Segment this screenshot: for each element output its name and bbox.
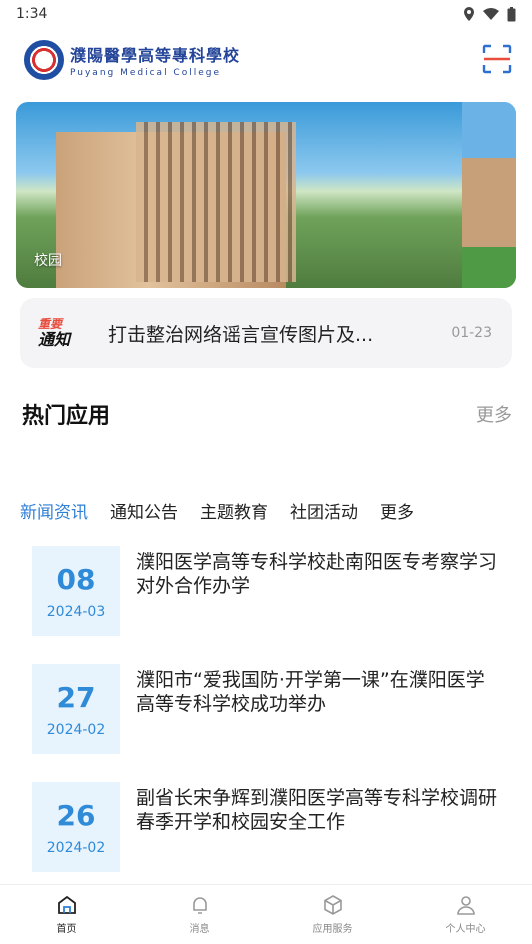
status-icons bbox=[463, 6, 516, 22]
news-day: 27 bbox=[56, 680, 96, 714]
news-date-box: 27 2024-02 bbox=[32, 664, 120, 754]
nav-messages[interactable]: 消息 bbox=[133, 885, 266, 944]
hot-apps-more-link[interactable]: 更多 bbox=[476, 401, 512, 427]
notice-bar[interactable]: 重要 通知 打击整治网络谣言宣传图片及... 01-23 bbox=[20, 298, 512, 368]
news-tabs: 新闻资讯 通知公告 主题教育 社团活动 更多 bbox=[20, 498, 414, 523]
banner-next-slide-peek bbox=[462, 102, 516, 288]
notice-badge-notice: 通知 bbox=[38, 330, 71, 349]
tab-club-activities[interactable]: 社团活动 bbox=[290, 498, 358, 523]
news-title: 濮阳市“爱我国防·开学第一课”在濮阳医学高等专科学校成功举办 bbox=[136, 669, 485, 715]
home-icon bbox=[57, 895, 76, 914]
school-logo: 濮陽醫學高等專科學校 Puyang Medical College bbox=[24, 40, 240, 80]
news-title: 濮阳医学高等专科学校赴南阳医专考察学习对外合作办学 bbox=[136, 551, 498, 597]
banner-building-facade bbox=[136, 122, 296, 282]
hot-apps-header: 热门应用 更多 bbox=[22, 398, 512, 430]
nav-app-services[interactable]: 应用服务 bbox=[266, 885, 399, 944]
battery-icon bbox=[507, 6, 516, 21]
tab-theme-education[interactable]: 主题教育 bbox=[200, 498, 268, 523]
nav-profile[interactable]: 个人中心 bbox=[399, 885, 532, 944]
news-list: 08 2024-03 濮阳医学高等专科学校赴南阳医专考察学习对外合作办学 27 … bbox=[32, 546, 502, 900]
news-day: 26 bbox=[56, 798, 96, 832]
news-day: 08 bbox=[56, 562, 96, 596]
notice-badge-important: 重要 bbox=[38, 317, 63, 331]
news-date-box: 26 2024-02 bbox=[32, 782, 120, 872]
bell-icon bbox=[192, 897, 207, 914]
news-date-box: 08 2024-03 bbox=[32, 546, 120, 636]
nav-app-services-label: 应用服务 bbox=[312, 924, 353, 935]
header: 濮陽醫學高等專科學校 Puyang Medical College bbox=[0, 30, 532, 90]
notice-text: 打击整治网络谣言宣传图片及... bbox=[108, 323, 374, 346]
user-icon bbox=[456, 896, 475, 915]
wifi-icon bbox=[483, 8, 499, 20]
notice-badge: 重要 通知 bbox=[38, 318, 94, 348]
nav-messages-label: 消息 bbox=[189, 924, 210, 935]
news-year-month: 2024-02 bbox=[46, 839, 106, 856]
news-year-month: 2024-02 bbox=[46, 721, 106, 738]
nav-profile-label: 个人中心 bbox=[445, 924, 486, 935]
news-item[interactable]: 27 2024-02 濮阳市“爱我国防·开学第一课”在濮阳医学高等专科学校成功举… bbox=[32, 664, 502, 782]
nav-home-label: 首页 bbox=[56, 924, 77, 935]
scan-icon bbox=[482, 44, 512, 74]
school-emblem-icon bbox=[24, 40, 64, 80]
news-year-month: 2024-03 bbox=[46, 603, 106, 620]
tab-news[interactable]: 新闻资讯 bbox=[20, 498, 88, 523]
tab-announcements[interactable]: 通知公告 bbox=[110, 498, 178, 523]
cube-icon bbox=[323, 895, 342, 915]
status-bar: 1:34 bbox=[0, 0, 532, 28]
location-icon bbox=[464, 7, 474, 21]
campus-banner[interactable]: 校园 bbox=[16, 102, 516, 288]
nav-home[interactable]: 首页 bbox=[0, 885, 133, 944]
hot-apps-title: 热门应用 bbox=[22, 404, 111, 429]
scan-button[interactable] bbox=[482, 44, 514, 76]
banner-caption: 校园 bbox=[34, 253, 62, 269]
school-name-en: Puyang Medical College bbox=[70, 68, 222, 78]
notice-date: 01-23 bbox=[451, 325, 492, 341]
bottom-nav: 首页 消息 应用服务 个人中心 bbox=[0, 884, 532, 944]
tab-more[interactable]: 更多 bbox=[380, 498, 414, 523]
news-item[interactable]: 08 2024-03 濮阳医学高等专科学校赴南阳医专考察学习对外合作办学 bbox=[32, 546, 502, 664]
school-name-cn: 濮陽醫學高等專科學校 bbox=[70, 46, 241, 65]
news-item[interactable]: 26 2024-02 副省长宋争辉到濮阳医学高等专科学校调研春季开学和校园安全工… bbox=[32, 782, 502, 900]
news-title: 副省长宋争辉到濮阳医学高等专科学校调研春季开学和校园安全工作 bbox=[136, 787, 498, 833]
status-time: 1:34 bbox=[16, 6, 48, 22]
